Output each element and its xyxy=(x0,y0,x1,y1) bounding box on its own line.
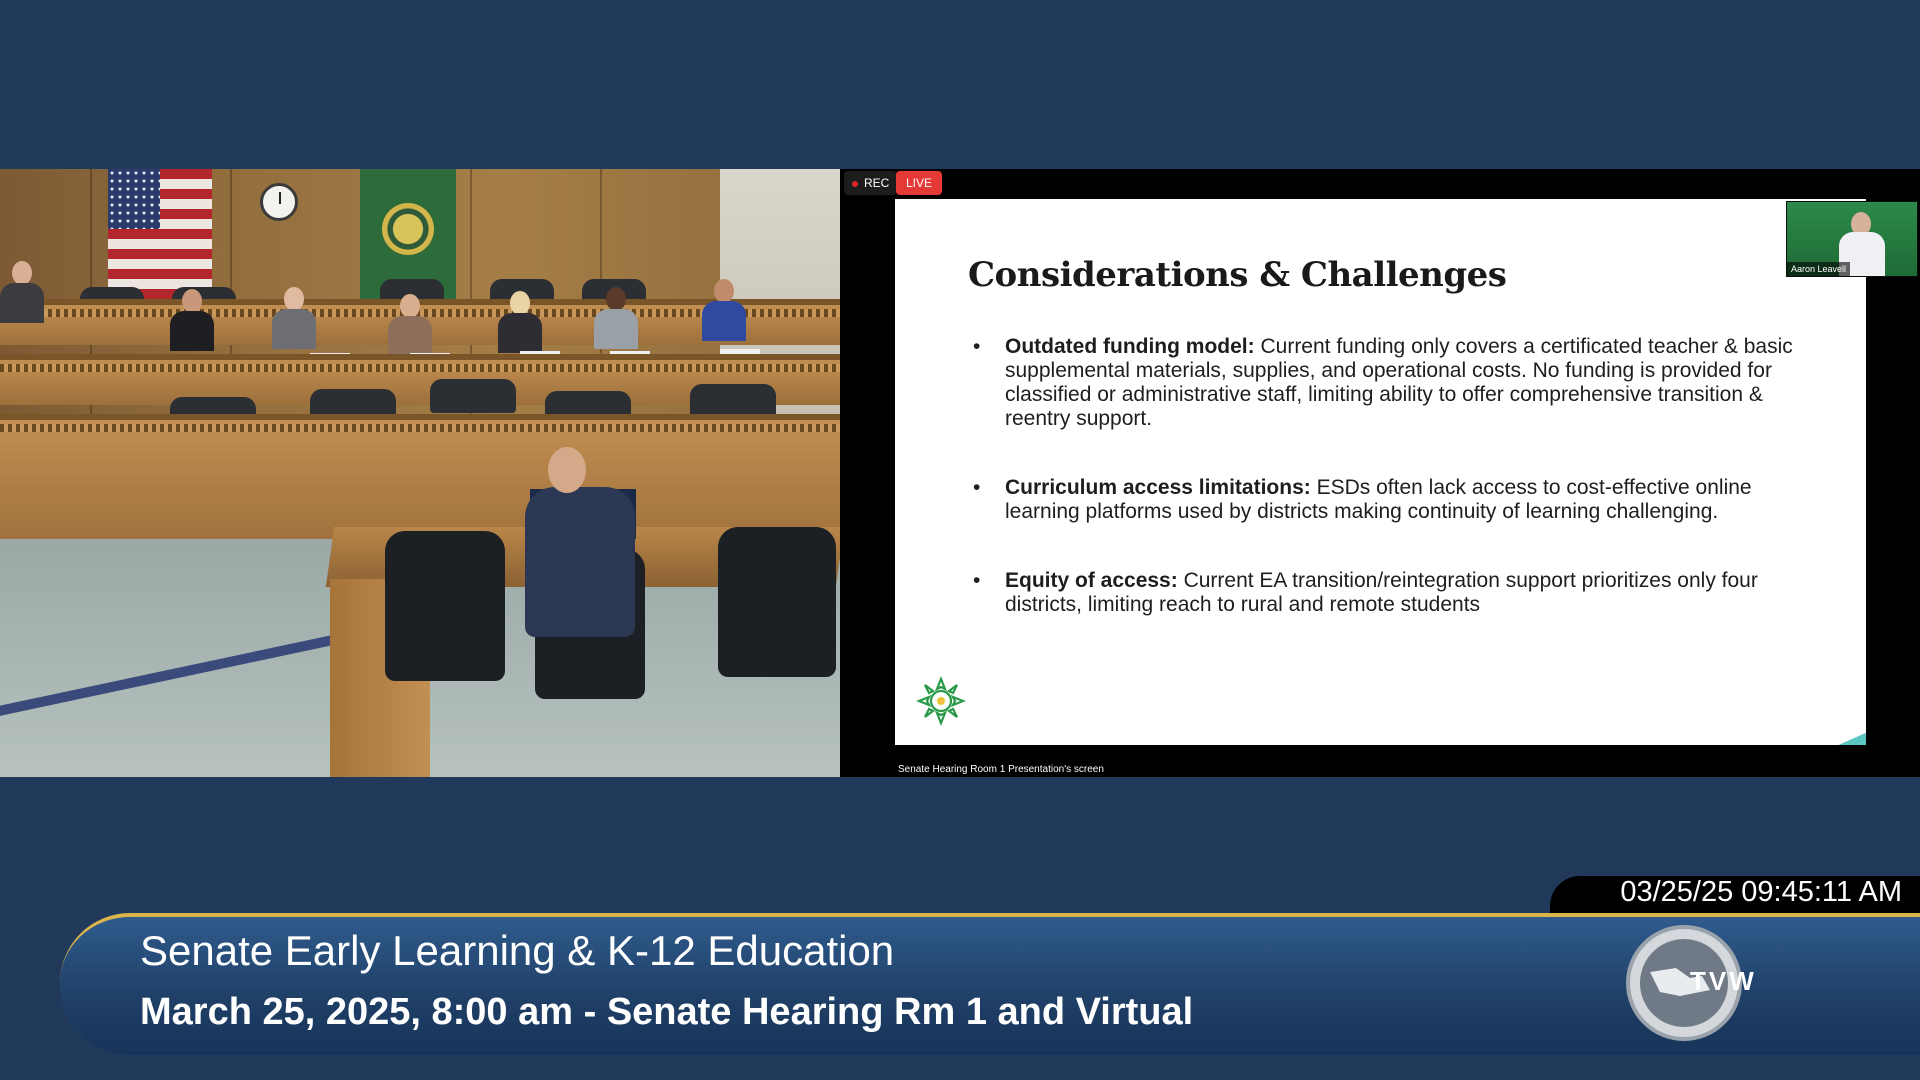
presentation-screen-feed: REC LIVE Considerations & Challenges • O… xyxy=(840,169,1920,777)
wall-clock xyxy=(260,183,298,221)
bullet-icon: • xyxy=(973,335,981,358)
senator xyxy=(498,291,542,353)
bullet-heading: Curriculum access limitations: xyxy=(1005,476,1311,499)
senator xyxy=(0,261,44,323)
screen-caption: Senate Hearing Room 1 Presentation's scr… xyxy=(898,764,1104,775)
participant-webcam-tile[interactable]: Aaron Leavell xyxy=(1786,201,1918,277)
bullet-icon: • xyxy=(973,476,981,499)
senator xyxy=(702,279,746,341)
live-badge: LIVE xyxy=(896,171,943,195)
committee-name: Senate Early Learning & K-12 Education xyxy=(140,927,895,974)
slide-bullet: • Outdated funding model: Current fundin… xyxy=(973,335,1813,431)
office-chair xyxy=(718,527,836,677)
rec-indicator: REC xyxy=(844,171,898,195)
senator xyxy=(388,294,432,356)
senator xyxy=(272,287,316,349)
tvw-logo-text: TVW xyxy=(1690,966,1756,996)
participant-name: Aaron Leavell xyxy=(1787,262,1851,276)
broadcast-timestamp: 03/25/25 09:45:11 AM xyxy=(1620,876,1902,908)
presentation-slide: Considerations & Challenges • Outdated f… xyxy=(895,199,1866,745)
slide-decorative-stripes xyxy=(1506,605,1866,745)
senator xyxy=(594,287,638,349)
senator xyxy=(170,289,214,351)
witness xyxy=(525,487,635,637)
tvw-logo-icon: TVW xyxy=(1626,925,1756,1041)
office-chair xyxy=(385,531,505,681)
bullet-heading: Equity of access: xyxy=(1005,569,1178,592)
bullet-icon: • xyxy=(973,569,981,592)
slide-bullet: • Curriculum access limitations: ESDs of… xyxy=(973,476,1813,524)
session-details: March 25, 2025, 8:00 am - Senate Hearing… xyxy=(140,991,1194,1033)
record-dot-icon xyxy=(852,180,858,187)
hearing-room-camera-feed xyxy=(0,169,840,777)
slide-title: Considerations & Challenges xyxy=(968,255,1507,295)
bullet-heading: Outdated funding model: xyxy=(1005,335,1255,358)
organization-logo-icon xyxy=(916,676,966,726)
